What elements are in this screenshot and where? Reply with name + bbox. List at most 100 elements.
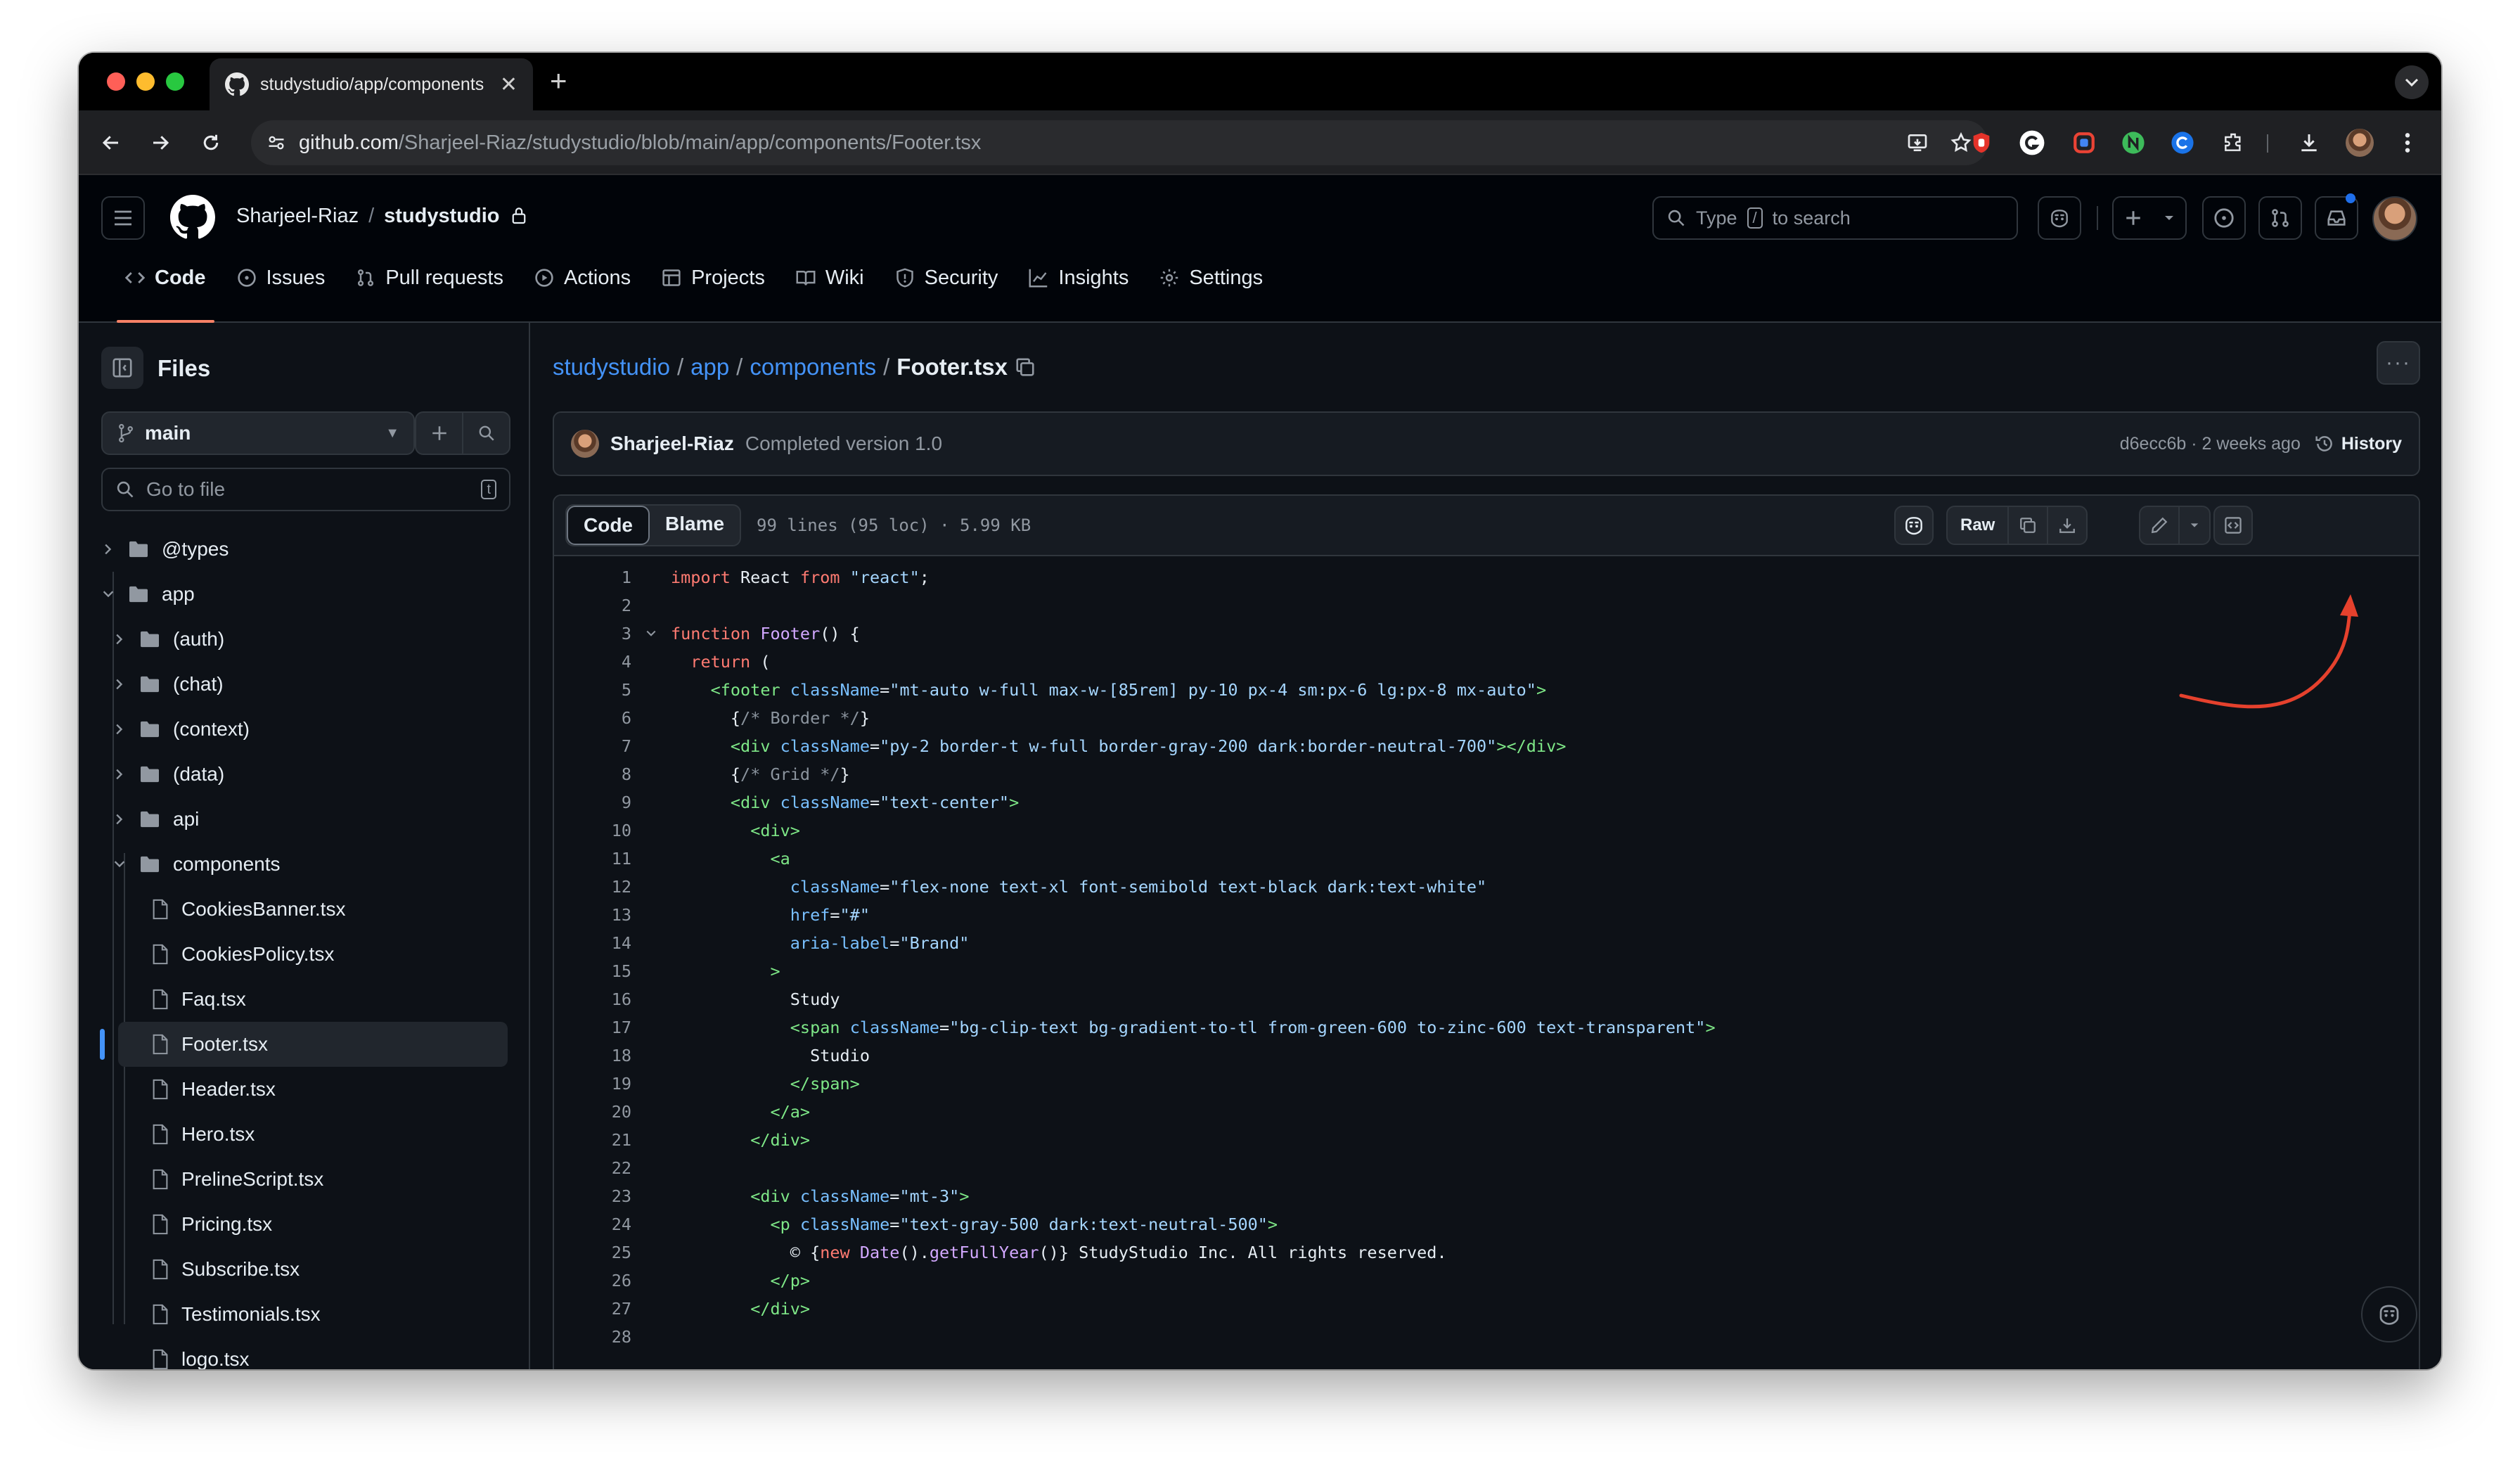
tree-file[interactable]: Testimonials.tsx — [79, 1292, 529, 1337]
line-number[interactable]: 8 — [554, 764, 631, 784]
line-number[interactable]: 27 — [554, 1299, 631, 1319]
tree-folder[interactable]: (chat) — [79, 662, 529, 707]
tab-security[interactable]: Security — [880, 254, 1014, 302]
line-number[interactable]: 17 — [554, 1018, 631, 1037]
extension-green-icon[interactable] — [2118, 127, 2149, 158]
line-number[interactable]: 16 — [554, 989, 631, 1009]
line-number[interactable]: 20 — [554, 1102, 631, 1122]
line-number[interactable]: 4 — [554, 652, 631, 672]
tab-search-button[interactable] — [2395, 65, 2429, 99]
tab-code[interactable]: Code — [110, 254, 221, 323]
reload-button[interactable] — [194, 126, 228, 160]
extension-colorful-icon[interactable] — [2069, 127, 2100, 158]
line-number[interactable]: 1 — [554, 568, 631, 587]
tab-close-icon[interactable]: ✕ — [500, 72, 518, 97]
line-number[interactable]: 28 — [554, 1327, 631, 1347]
owner-link[interactable]: Sharjeel-Riaz — [236, 205, 359, 227]
path-repo-link[interactable]: studystudio — [553, 354, 670, 380]
tree-folder[interactable]: components — [79, 842, 529, 887]
tree-folder[interactable]: @types — [79, 527, 529, 572]
chevron-right-icon[interactable] — [110, 678, 129, 691]
tree-folder[interactable]: (data) — [79, 752, 529, 797]
commit-author[interactable]: Sharjeel-Riaz — [610, 432, 734, 455]
extension-blue-icon[interactable] — [2167, 127, 2198, 158]
tab-actions[interactable]: Actions — [519, 254, 646, 302]
chevron-right-icon[interactable] — [110, 633, 129, 646]
tree-file[interactable]: Header.tsx — [79, 1067, 529, 1112]
back-button[interactable] — [94, 126, 128, 160]
github-logo-icon[interactable] — [170, 195, 215, 240]
downloads-button[interactable] — [2294, 127, 2325, 158]
tab-insights[interactable]: Insights — [1013, 254, 1144, 302]
line-number[interactable]: 19 — [554, 1074, 631, 1094]
blame-view-button[interactable]: Blame — [650, 506, 740, 545]
copy-raw-button[interactable] — [2007, 507, 2047, 544]
forward-button[interactable] — [143, 126, 177, 160]
tree-file[interactable]: Pricing.tsx — [79, 1202, 529, 1247]
copy-icon[interactable] — [1015, 357, 1036, 378]
chevron-right-icon[interactable] — [110, 813, 129, 826]
ask-copilot-button[interactable] — [1894, 506, 1934, 545]
line-number[interactable]: 5 — [554, 680, 631, 700]
close-window-button[interactable] — [107, 72, 125, 91]
extension-grammarly-icon[interactable] — [2017, 127, 2048, 158]
line-number[interactable]: 9 — [554, 793, 631, 812]
search-files-button[interactable] — [463, 413, 509, 454]
user-avatar[interactable] — [2372, 196, 2417, 241]
line-number[interactable]: 12 — [554, 877, 631, 897]
edit-file-button[interactable] — [2140, 507, 2178, 544]
line-number[interactable]: 21 — [554, 1130, 631, 1150]
extension-red-icon[interactable] — [1966, 127, 1997, 158]
path-components-link[interactable]: components — [750, 354, 876, 380]
line-number[interactable]: 25 — [554, 1243, 631, 1262]
tree-file[interactable]: logo.tsx — [79, 1337, 529, 1369]
issues-button[interactable] — [2202, 196, 2246, 240]
branch-selector[interactable]: main ▼ — [101, 411, 415, 455]
create-new-button[interactable] — [2112, 196, 2187, 240]
raw-button[interactable]: Raw — [1948, 507, 2007, 544]
install-app-icon[interactable] — [1906, 132, 1929, 154]
line-number[interactable]: 14 — [554, 933, 631, 953]
tab-issues[interactable]: Issues — [221, 254, 341, 302]
line-number[interactable]: 13 — [554, 905, 631, 925]
fold-chevron-icon[interactable] — [631, 629, 671, 638]
tree-file[interactable]: Faq.tsx — [79, 977, 529, 1022]
repo-link[interactable]: studystudio — [384, 205, 499, 227]
tree-folder[interactable]: (context) — [79, 707, 529, 752]
line-number[interactable]: 15 — [554, 961, 631, 981]
tree-folder[interactable]: api — [79, 797, 529, 842]
chevron-right-icon[interactable] — [110, 723, 129, 736]
line-number[interactable]: 22 — [554, 1158, 631, 1178]
profile-avatar[interactable] — [2344, 127, 2375, 158]
chevron-down-icon[interactable] — [110, 859, 129, 869]
tree-file[interactable]: CookiesPolicy.tsx — [79, 932, 529, 977]
line-number[interactable]: 11 — [554, 849, 631, 869]
line-number[interactable]: 18 — [554, 1046, 631, 1065]
code-view-button[interactable]: Code — [567, 506, 650, 545]
add-file-button[interactable] — [416, 413, 463, 454]
tree-folder[interactable]: (auth) — [79, 617, 529, 662]
site-info-icon[interactable] — [266, 133, 286, 153]
search-input[interactable]: Type / to search — [1652, 196, 2018, 240]
commit-meta[interactable]: d6ecc6b · 2 weeks ago — [2120, 434, 2301, 454]
copilot-chat-button[interactable] — [2361, 1286, 2417, 1342]
history-button[interactable]: History — [2315, 434, 2402, 454]
tree-folder[interactable]: app — [79, 572, 529, 617]
path-app-link[interactable]: app — [690, 354, 729, 380]
pull-requests-button[interactable] — [2258, 196, 2302, 240]
commit-message[interactable]: Completed version 1.0 — [745, 432, 942, 455]
more-options-button[interactable]: ··· — [2377, 341, 2420, 385]
chevron-right-icon[interactable] — [98, 543, 118, 556]
tree-file[interactable]: Footer.tsx — [100, 1022, 508, 1067]
tree-file[interactable]: CookiesBanner.tsx — [79, 887, 529, 932]
chrome-menu-button[interactable] — [2392, 127, 2423, 158]
tree-file[interactable]: PrelineScript.tsx — [79, 1157, 529, 1202]
minimize-window-button[interactable] — [136, 72, 155, 91]
edit-dropdown-button[interactable] — [2178, 507, 2209, 544]
go-to-file-input[interactable]: Go to file t — [101, 468, 510, 511]
line-number[interactable]: 10 — [554, 821, 631, 840]
tab-wiki[interactable]: Wiki — [780, 254, 880, 302]
collapse-sidebar-button[interactable] — [101, 347, 143, 389]
line-number[interactable]: 24 — [554, 1215, 631, 1234]
tree-file[interactable]: Hero.tsx — [79, 1112, 529, 1157]
